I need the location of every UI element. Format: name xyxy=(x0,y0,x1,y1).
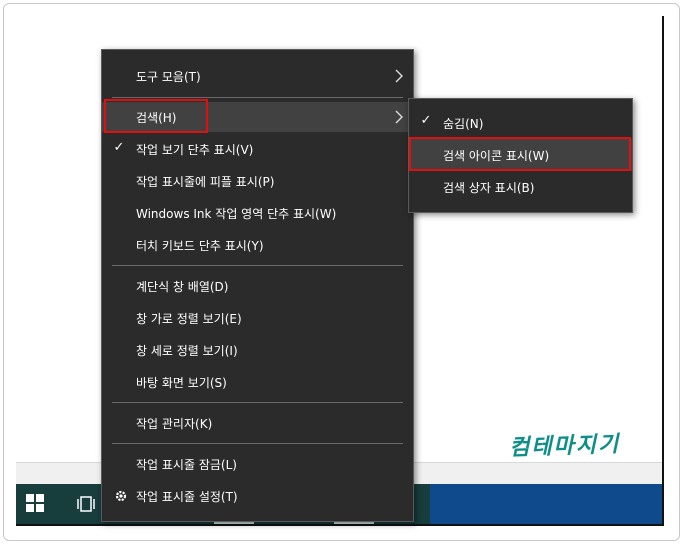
submenu-item-hidden[interactable]: ✓ 숨김(N) xyxy=(409,107,632,139)
menu-item-label: 작업 보기 단추 표시(V) xyxy=(136,142,254,157)
menu-item-label: 창 가로 정렬 보기(E) xyxy=(136,311,242,326)
border-line-bottom xyxy=(16,524,664,526)
taskbar-app-indicator xyxy=(214,522,254,524)
windows-logo-icon[interactable] xyxy=(26,494,46,514)
taskbar-highlight-region xyxy=(430,484,662,524)
menu-item-lock-taskbar[interactable]: 작업 표시줄 잠금(L) xyxy=(102,449,413,479)
task-view-icon[interactable] xyxy=(76,494,100,514)
menu-separator xyxy=(112,402,403,403)
menu-item-side-by-side[interactable]: 창 세로 정렬 보기(I) xyxy=(102,335,413,365)
menu-item-label: Windows Ink 작업 영역 단추 표시(W) xyxy=(136,206,337,221)
menu-item-taskbar-settings[interactable]: 작업 표시줄 설정(T) xyxy=(102,481,413,511)
border-line-right xyxy=(662,16,664,526)
menu-separator xyxy=(112,443,403,444)
chevron-right-icon xyxy=(395,69,403,83)
menu-item-label: 검색(H) xyxy=(136,110,177,125)
search-submenu: ✓ 숨김(N) 검색 아이콘 표시(W) 검색 상자 표시(B) xyxy=(408,98,633,213)
menu-item-label: 도구 모음(T) xyxy=(136,69,201,84)
submenu-item-show-search-box[interactable]: 검색 상자 표시(B) xyxy=(409,171,632,203)
menu-item-search[interactable]: 검색(H) xyxy=(102,102,413,132)
watermark-text: 컴테마지기 xyxy=(508,432,621,461)
menu-item-cascade[interactable]: 계단식 창 배열(D) xyxy=(102,271,413,301)
menu-item-label: 검색 아이콘 표시(W) xyxy=(443,148,550,163)
menu-item-toolbars[interactable]: 도구 모음(T) xyxy=(102,61,413,91)
menu-item-label: 바탕 화면 보기(S) xyxy=(136,375,227,390)
submenu-item-show-search-icon[interactable]: 검색 아이콘 표시(W) xyxy=(409,139,632,171)
menu-item-show-task-view[interactable]: ✓ 작업 보기 단추 표시(V) xyxy=(102,134,413,164)
menu-separator xyxy=(112,265,403,266)
menu-item-label: 터치 키보드 단추 표시(Y) xyxy=(136,238,264,253)
menu-item-label: 창 세로 정렬 보기(I) xyxy=(136,343,238,358)
checkmark-icon: ✓ xyxy=(420,113,432,128)
menu-item-stack[interactable]: 창 가로 정렬 보기(E) xyxy=(102,303,413,333)
taskbar-context-menu: 도구 모음(T) 검색(H) ✓ 작업 보기 단추 표시(V) 작업 표시줄에 … xyxy=(101,49,414,522)
menu-item-label: 작업 표시줄 설정(T) xyxy=(136,489,238,504)
menu-item-windows-ink[interactable]: Windows Ink 작업 영역 단추 표시(W) xyxy=(102,198,413,228)
menu-item-show-people[interactable]: 작업 표시줄에 피플 표시(P) xyxy=(102,166,413,196)
menu-item-task-manager[interactable]: 작업 관리자(K) xyxy=(102,408,413,438)
menu-item-label: 계단식 창 배열(D) xyxy=(136,279,229,294)
taskbar-app-indicator xyxy=(334,522,374,524)
menu-item-touch-keyboard[interactable]: 터치 키보드 단추 표시(Y) xyxy=(102,230,413,260)
menu-item-label: 작업 표시줄 잠금(L) xyxy=(136,457,237,472)
menu-item-label: 숨김(N) xyxy=(443,116,484,131)
menu-item-label: 작업 표시줄에 피플 표시(P) xyxy=(136,174,275,189)
menu-item-label: 검색 상자 표시(B) xyxy=(443,180,535,195)
gear-icon xyxy=(115,490,127,502)
menu-separator xyxy=(112,97,403,98)
chevron-right-icon xyxy=(395,110,403,124)
menu-item-label: 작업 관리자(K) xyxy=(136,416,213,431)
checkmark-icon: ✓ xyxy=(113,140,125,155)
menu-item-show-desktop[interactable]: 바탕 화면 보기(S) xyxy=(102,367,413,397)
